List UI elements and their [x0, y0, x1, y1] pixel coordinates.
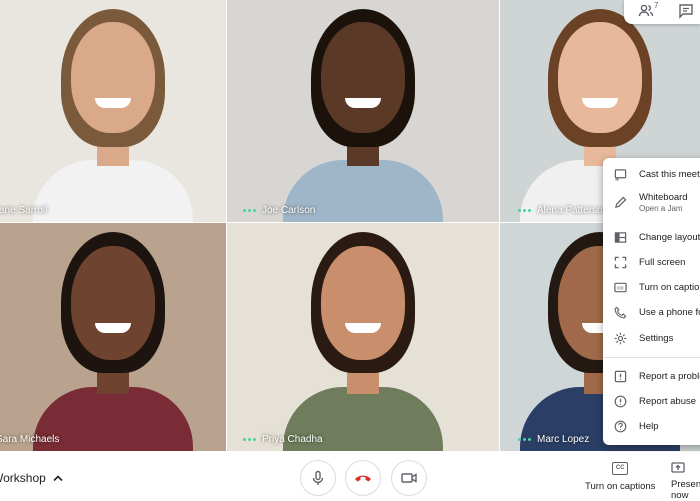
menu-item-text: Change layout: [639, 232, 700, 243]
layout-icon: [614, 231, 627, 243]
menu-item-phone[interactable]: Use a phone for audio: [603, 300, 700, 324]
participant-name-bar: Sara Michaels: [0, 434, 59, 445]
present-label: Present now: [671, 479, 700, 501]
participant-smile: [95, 323, 131, 334]
participant-tile[interactable]: Jane Sarroll: [0, 0, 226, 222]
meeting-name: Workshop: [0, 471, 46, 485]
menu-item-text: Use a phone for audio: [639, 307, 700, 318]
gear-icon: [614, 332, 627, 344]
menu-item-text: Report abuse: [639, 396, 696, 407]
bottom-bar: Workshop CC Turn on captions Present now: [0, 452, 700, 501]
chat-button[interactable]: [678, 3, 696, 21]
captions-button[interactable]: CC Turn on captions: [585, 462, 655, 492]
participant-face: [321, 245, 405, 360]
menu-item-label: Report abuse: [639, 395, 697, 407]
menu-item-label: Use a phone for audio: [639, 306, 700, 318]
menu-item-label: Settings: [639, 332, 674, 344]
participant-name: Priya Chadha: [262, 434, 323, 445]
participant-tile[interactable]: Priya Chadha: [227, 223, 499, 451]
menu-item-fullscreen[interactable]: Full screen: [603, 250, 700, 274]
present-now-button[interactable]: Present now: [671, 462, 700, 501]
participant-name: Alena Patterson: [537, 205, 609, 216]
menu-item-alert[interactable]: Report abuse: [603, 389, 700, 413]
people-button[interactable]: 7: [638, 1, 659, 21]
menu-item-sublabel: Open a Jam: [639, 203, 683, 213]
participant-tile[interactable]: Sara Michaels: [0, 223, 226, 451]
participant-smile: [345, 323, 381, 334]
meeting-details-button[interactable]: Workshop: [0, 471, 64, 485]
menu-item-text: Cast this meeting: [639, 169, 700, 180]
participant-smile: [95, 97, 131, 108]
microphone-button[interactable]: [300, 460, 336, 496]
participant-name-bar: Joe Carlson: [243, 205, 315, 216]
present-icon: [671, 462, 685, 473]
participant-name: Sara Michaels: [0, 434, 60, 445]
people-count: 7: [654, 1, 659, 10]
menu-item-help[interactable]: Help: [603, 414, 700, 438]
menu-item-cast[interactable]: Cast this meeting: [603, 162, 700, 186]
participant-name: Jane Sarroll: [0, 205, 48, 216]
people-icon: [638, 4, 654, 17]
captions-icon: CC: [612, 462, 629, 475]
participant-face: [558, 22, 642, 134]
help-icon: [614, 420, 627, 432]
menu-item-label: Report a problem: [639, 370, 700, 382]
participant-name-bar: Marc Lopez: [518, 434, 589, 445]
menu-item-text: Whiteboard Open a Jam: [639, 192, 688, 213]
participant-smile: [582, 97, 618, 108]
participant-name: Marc Lopez: [537, 434, 590, 445]
more-options-menu: Cast this meeting WhiteboardOpen a Jam Cha…: [603, 158, 700, 445]
chat-icon: [679, 4, 693, 19]
menu-item-label: Cast this meeting: [639, 168, 700, 180]
speaking-indicator-icon: [243, 438, 256, 441]
participant-tile[interactable]: Joe Carlson: [227, 0, 499, 222]
microphone-icon: [312, 470, 324, 485]
participant-name: Joe Carlson: [262, 205, 316, 216]
speaking-indicator-icon: [243, 209, 256, 212]
participant-face: [71, 22, 155, 134]
end-call-icon: [355, 475, 371, 482]
phone-icon: [614, 306, 627, 318]
svg-text:CC: CC: [617, 285, 624, 290]
menu-item-pen[interactable]: Whiteboard Open a Jam: [603, 185, 700, 219]
participant-face: [71, 245, 155, 360]
menu-item-captions[interactable]: CC Turn on captions: [603, 275, 700, 299]
menu-item-label: Help: [639, 420, 659, 432]
participant-name-bar: Alena Patterson: [518, 205, 608, 216]
menu-divider: [603, 357, 700, 358]
participant-face: [321, 22, 405, 134]
menu-item-text: Turn on captions: [639, 282, 700, 293]
camera-button[interactable]: [391, 460, 427, 496]
menu-item-gear[interactable]: Settings: [603, 326, 700, 350]
menu-item-text: Settings: [639, 333, 673, 344]
menu-item-text: Report a problem: [639, 371, 700, 382]
report-icon: [614, 370, 627, 382]
menu-item-label: Full screen: [639, 256, 686, 268]
fullscreen-icon: [614, 256, 627, 268]
menu-item-label: Turn on captions: [639, 281, 700, 293]
end-call-button[interactable]: [345, 460, 381, 496]
menu-item-text: Full screen: [639, 257, 685, 268]
menu-item-text: Help: [639, 421, 659, 432]
top-controls: 7: [624, 0, 700, 24]
camera-icon: [401, 473, 417, 483]
captions-label: Turn on captions: [585, 481, 656, 492]
participant-smile: [345, 97, 381, 108]
alert-icon: [614, 395, 627, 407]
speaking-indicator-icon: [518, 438, 531, 441]
cast-icon: [614, 168, 627, 181]
participant-name-bar: Priya Chadha: [243, 434, 323, 445]
menu-item-label: Change layout: [639, 231, 700, 243]
menu-item-report[interactable]: Report a problem: [603, 364, 700, 388]
captions-icon: CC: [614, 282, 627, 292]
menu-item-layout[interactable]: Change layout: [603, 225, 700, 249]
menu-item-label: Whiteboard: [639, 191, 688, 203]
speaking-indicator-icon: [518, 209, 531, 212]
participant-name-bar: Jane Sarroll: [0, 205, 47, 216]
chevron-up-icon: [53, 475, 63, 482]
pen-icon: [614, 196, 627, 208]
